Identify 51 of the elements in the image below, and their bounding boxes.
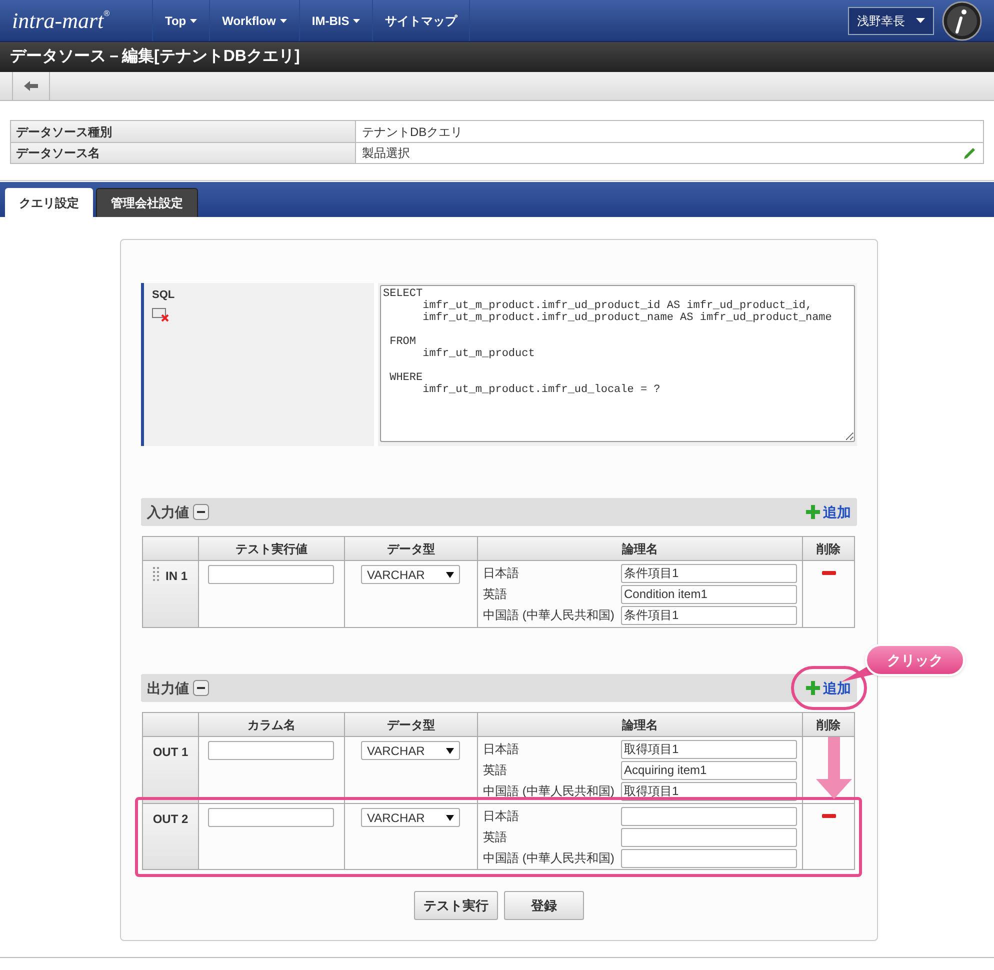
language-label: 中国語 (中華人民共和国)	[483, 850, 614, 867]
language-label: 中国語 (中華人民共和国)	[483, 607, 614, 624]
test-run-button[interactable]: テスト実行	[414, 891, 498, 920]
section-title: 出力値	[147, 678, 189, 698]
registered-mark: ®	[104, 8, 110, 18]
column-header: 論理名	[622, 540, 658, 558]
register-button[interactable]: 登録	[504, 891, 584, 920]
column-header: テスト実行値	[236, 540, 308, 558]
name-field[interactable]: 条件項目1	[621, 606, 797, 624]
field-value: テナントDBクエリ	[362, 124, 463, 140]
language-label: 英語	[483, 762, 507, 779]
row-label: IN 1	[165, 568, 188, 585]
name-field[interactable]: 条件項目1	[621, 564, 797, 582]
name-field[interactable]: 取得項目1	[621, 740, 797, 758]
logo[interactable]: intra-mart	[12, 10, 104, 32]
language-label: 英語	[483, 829, 507, 846]
add-button[interactable]: 追加	[806, 678, 851, 698]
field-value: 製品選択	[362, 145, 410, 162]
language-label: 日本語	[483, 741, 519, 758]
type-select[interactable]: VARCHAR	[361, 565, 460, 584]
nav-menu-item[interactable]: IM-BIS	[298, 0, 372, 41]
column-header: 削除	[816, 716, 840, 734]
sql-label: SQL	[152, 288, 175, 303]
row-label: OUT 2	[152, 811, 188, 828]
type-select[interactable]: VARCHAR	[361, 808, 460, 827]
field-label: データソース種別	[11, 121, 356, 142]
tab[interactable]: 管理会社設定	[96, 188, 198, 217]
language-label: 日本語	[483, 808, 519, 825]
column-header: データ型	[387, 716, 435, 734]
column-header: カラム名	[248, 716, 296, 734]
nav-menu-item[interactable]: サイトマップ	[372, 0, 470, 41]
user-menu[interactable]: 浅野幸長	[848, 6, 934, 34]
nav-menu-item[interactable]: Top	[152, 0, 210, 41]
callout: クリック	[865, 644, 965, 676]
name-field[interactable]: Condition item1	[621, 584, 797, 604]
column-header: 削除	[816, 540, 840, 558]
page-title: データソース－編集[テナントDBクエリ]	[10, 46, 300, 67]
type-select[interactable]: VARCHAR	[361, 741, 460, 760]
nav-menu-item[interactable]: Workflow	[209, 0, 299, 41]
language-label: 日本語	[483, 565, 519, 582]
language-label: 英語	[483, 586, 507, 603]
add-button[interactable]: 追加	[806, 502, 851, 522]
sql-editor[interactable]: SELECT imfr_ut_m_product.imfr_ud_product_id AS imfr_ud_product_id, imfr_ut_m_product.imfr_ud_product_name AS imfr_ud_product_name FROM imfr_ut_m_product WHERE imfr_ut_m_product.imfr_ud_locale = ?	[380, 285, 855, 442]
field-label: データソース名	[11, 143, 356, 163]
column-header: データ型	[387, 540, 435, 558]
row-label: OUT 1	[152, 744, 188, 761]
language-label: 中国語 (中華人民共和国)	[483, 783, 614, 800]
name-field[interactable]: Acquiring item1	[621, 760, 797, 780]
column-header: 論理名	[622, 716, 658, 734]
section-title: 入力値	[147, 502, 189, 522]
tab[interactable]: クエリ設定	[5, 188, 93, 217]
